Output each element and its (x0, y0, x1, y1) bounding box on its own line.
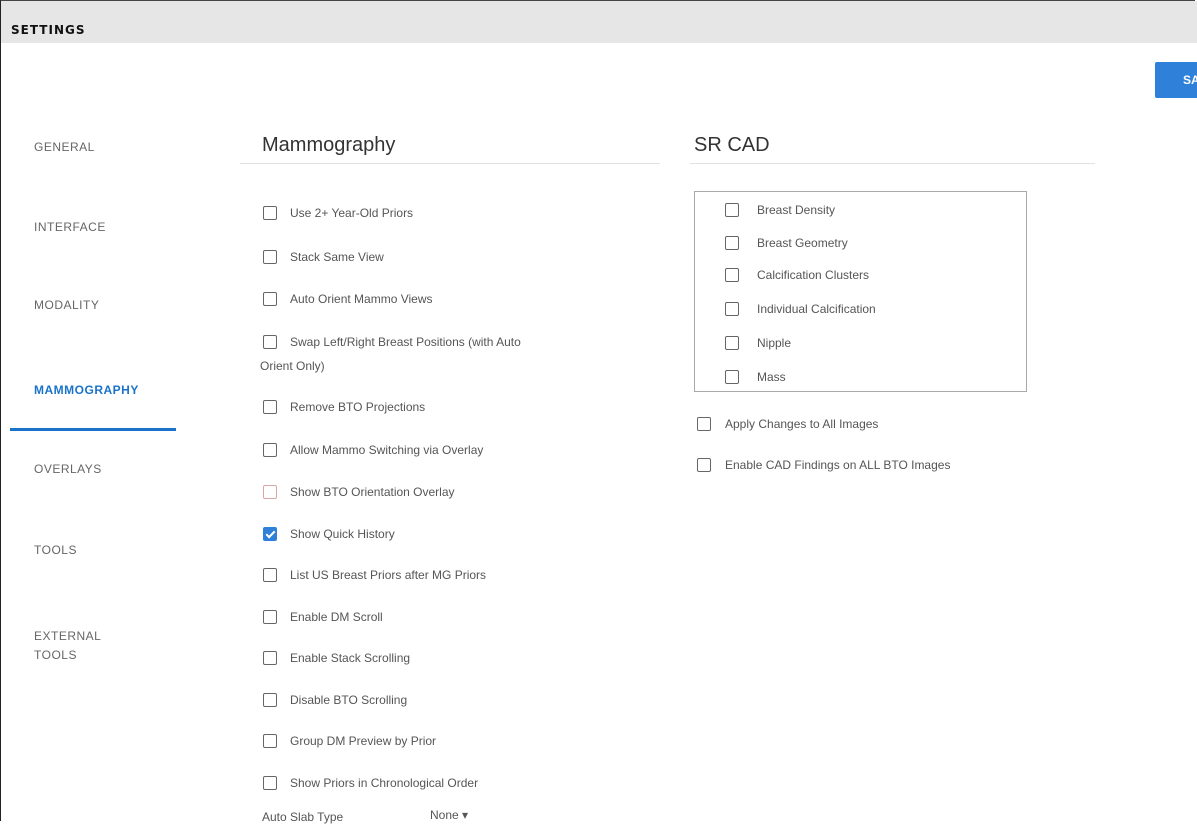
label-breast-density: Breast Density (757, 203, 836, 217)
checkbox-breast-geometry[interactable] (725, 236, 739, 250)
label-calcification-clusters: Calcification Clusters (757, 268, 870, 282)
label-individual-calcification: Individual Calcification (757, 302, 876, 316)
checkbox-show-priors-chronological[interactable] (263, 776, 277, 790)
nav-item-tools[interactable]: TOOLS (34, 541, 77, 560)
nav-item-general[interactable]: GENERAL (34, 138, 95, 157)
checkbox-list-us-breast-priors[interactable] (263, 568, 277, 582)
checkbox-group-dm-preview[interactable] (263, 734, 277, 748)
checkbox-allow-mammo-switching[interactable] (263, 443, 277, 457)
label-apply-changes-all-images: Apply Changes to All Images (725, 417, 879, 431)
label-enable-dm-scroll: Enable DM Scroll (290, 610, 383, 624)
checkbox-apply-changes-all-images[interactable] (697, 417, 711, 431)
nav-item-overlays[interactable]: OVERLAYS (34, 460, 102, 479)
label-use-2-year-old-priors: Use 2+ Year-Old Priors (290, 206, 414, 220)
auto-slab-type-value: None (430, 808, 459, 822)
checkbox-breast-density[interactable] (725, 203, 739, 217)
checkbox-enable-cad-findings-bto[interactable] (697, 458, 711, 472)
checkbox-swap-breast-positions[interactable] (263, 335, 277, 349)
checkbox-individual-calcification[interactable] (725, 302, 739, 316)
label-enable-stack-scrolling: Enable Stack Scrolling (290, 651, 411, 665)
checkbox-auto-orient-mammo-views[interactable] (263, 292, 277, 306)
cad-findings-box (694, 191, 1027, 392)
label-group-dm-preview: Group DM Preview by Prior (290, 734, 437, 748)
sr-cad-section-title: SR CAD (694, 134, 770, 156)
checkbox-mass[interactable] (725, 370, 739, 384)
auto-slab-type-select[interactable]: None ▾ (430, 808, 468, 822)
nav-item-mammography[interactable]: MAMMOGRAPHY (34, 381, 139, 400)
checkbox-enable-dm-scroll[interactable] (263, 610, 277, 624)
label-stack-same-view: Stack Same View (290, 250, 384, 264)
save-button[interactable]: SA (1155, 62, 1197, 98)
mammography-section-title: Mammography (262, 134, 396, 156)
label-remove-bto-projections: Remove BTO Projections (290, 400, 426, 414)
checkbox-disable-bto-scrolling[interactable] (263, 693, 277, 707)
checkbox-nipple[interactable] (725, 336, 739, 350)
nav-item-interface[interactable]: INTERFACE (34, 218, 106, 237)
label-swap-breast-positions-cont: Orient Only) (260, 359, 325, 373)
checkbox-use-2-year-old-priors[interactable] (263, 206, 277, 220)
page-title: SETTINGS (11, 23, 86, 37)
mammography-divider (240, 163, 660, 164)
checkbox-enable-stack-scrolling[interactable] (263, 651, 277, 665)
checkbox-calcification-clusters[interactable] (725, 268, 739, 282)
checkbox-remove-bto-projections[interactable] (263, 400, 277, 414)
checkbox-show-bto-orientation-overlay[interactable] (263, 485, 277, 499)
checkbox-stack-same-view[interactable] (263, 250, 277, 264)
label-show-quick-history: Show Quick History (290, 527, 395, 541)
label-nipple: Nipple (757, 336, 792, 350)
checkbox-show-quick-history[interactable] (263, 527, 277, 541)
label-breast-geometry: Breast Geometry (757, 236, 848, 250)
nav-item-external-tools[interactable]: EXTERNAL TOOLS (34, 627, 101, 665)
sr-cad-divider (690, 163, 1095, 164)
label-disable-bto-scrolling: Disable BTO Scrolling (290, 693, 408, 707)
label-auto-orient-mammo-views: Auto Orient Mammo Views (290, 292, 433, 306)
label-swap-breast-positions: Swap Left/Right Breast Positions (with A… (290, 335, 521, 349)
label-allow-mammo-switching: Allow Mammo Switching via Overlay (290, 443, 484, 457)
label-enable-cad-findings-bto: Enable CAD Findings on ALL BTO Images (725, 458, 951, 472)
label-mass: Mass (757, 370, 786, 384)
label-show-bto-orientation-overlay: Show BTO Orientation Overlay (290, 485, 455, 499)
settings-header: SETTINGS (1, 1, 1197, 43)
label-list-us-breast-priors: List US Breast Priors after MG Priors (290, 568, 487, 582)
active-tab-indicator (10, 428, 176, 431)
nav-item-modality[interactable]: MODALITY (34, 296, 99, 315)
chevron-down-icon: ▾ (462, 808, 469, 822)
settings-window (0, 0, 1195, 821)
label-show-priors-chronological: Show Priors in Chronological Order (290, 776, 479, 790)
